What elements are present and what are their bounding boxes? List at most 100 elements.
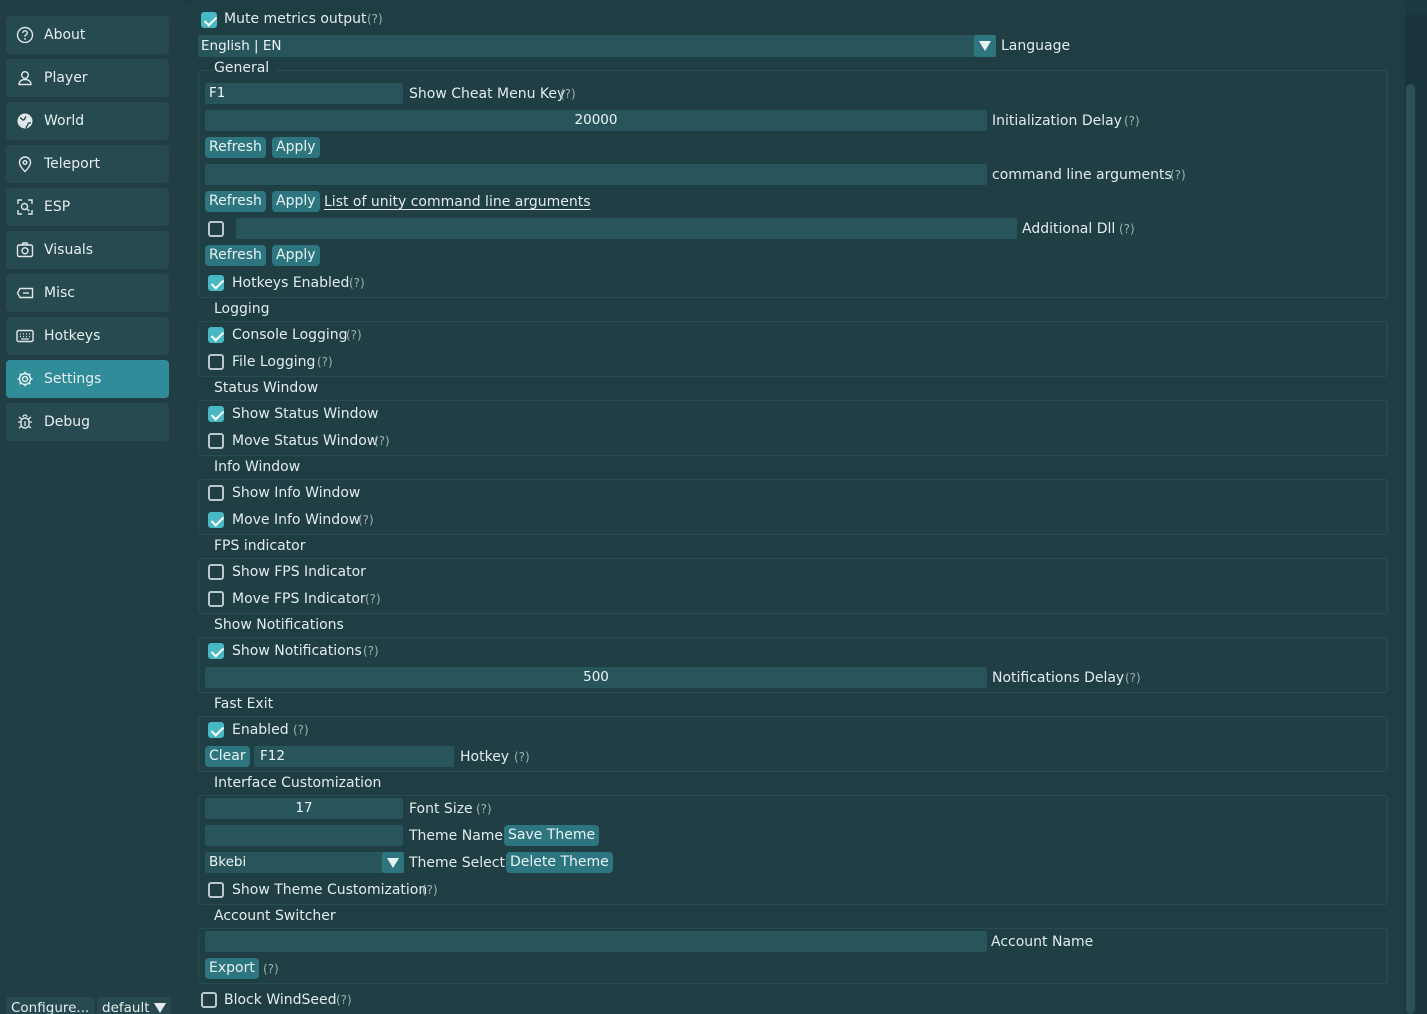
additional-dll-input[interactable]	[236, 218, 1017, 239]
scrollbar-thumb[interactable]	[1406, 84, 1415, 1014]
apply-button[interactable]: Apply	[272, 191, 320, 212]
move-info-window-checkbox[interactable]	[208, 512, 224, 528]
help-icon[interactable]: (?)	[363, 641, 379, 661]
mute-metrics-checkbox[interactable]	[201, 12, 217, 28]
refresh-button[interactable]: Refresh	[205, 137, 266, 158]
hotkeys-enabled-checkbox[interactable]	[208, 275, 224, 291]
font-size-input[interactable]: 17	[205, 798, 403, 819]
chevron-down-icon[interactable]	[974, 35, 996, 57]
sidebar-item-hotkeys[interactable]: Hotkeys	[6, 317, 169, 355]
move-fps-checkbox[interactable]	[208, 591, 224, 607]
sidebar-item-about[interactable]: About	[6, 16, 169, 54]
help-icon[interactable]: (?)	[374, 431, 390, 451]
delete-theme-button[interactable]: Delete Theme	[506, 852, 613, 873]
fast-exit-hotkey-input[interactable]: F12	[254, 746, 454, 767]
fast-exit-enabled-checkbox[interactable]	[208, 722, 224, 738]
logging-group	[198, 321, 1388, 377]
sidebar-item-debug[interactable]: Debug	[6, 403, 169, 441]
theme-select-label: Theme Select	[409, 855, 505, 871]
general-title: General	[214, 60, 276, 76]
export-button[interactable]: Export	[205, 958, 259, 979]
sidebar-item-player[interactable]: Player	[6, 59, 169, 97]
help-icon[interactable]: (?)	[514, 747, 530, 767]
help-icon[interactable]: (?)	[476, 799, 492, 819]
move-info-window-label: Move Info Window	[232, 512, 361, 528]
save-theme-button[interactable]: Save Theme	[504, 825, 600, 846]
globe-icon	[17, 113, 33, 129]
show-theme-customization-checkbox[interactable]	[208, 882, 224, 898]
language-select[interactable]: English | EN	[198, 35, 974, 57]
profile-label: default	[102, 1000, 150, 1014]
interface-title: Interface Customization	[214, 775, 388, 791]
unity-args-link[interactable]: List of unity command line arguments	[324, 192, 591, 212]
apply-button[interactable]: Apply	[272, 137, 320, 158]
command-line-args-input[interactable]	[205, 164, 987, 185]
refresh-button[interactable]: Refresh	[205, 191, 266, 212]
block-windseed-checkbox[interactable]	[201, 992, 217, 1008]
help-icon[interactable]: (?)	[293, 720, 309, 740]
cheat-menu-key-label: Show Cheat Menu Key	[409, 86, 566, 102]
sidebar-item-label: Settings	[44, 371, 102, 387]
initialization-delay-label: Initialization Delay	[992, 113, 1122, 129]
help-icon[interactable]: (?)	[1170, 165, 1186, 185]
scan-icon	[17, 199, 33, 215]
show-status-window-checkbox[interactable]	[208, 406, 224, 422]
chevron-down-icon[interactable]	[382, 852, 404, 873]
help-icon[interactable]: (?)	[560, 84, 576, 104]
show-fps-label: Show FPS Indicator	[232, 564, 366, 580]
show-notifications-checkbox[interactable]	[208, 643, 224, 659]
refresh-button[interactable]: Refresh	[205, 245, 266, 266]
hotkeys-enabled-label: Hotkeys Enabled	[232, 275, 350, 291]
initialization-delay-slider[interactable]: 20000	[205, 110, 987, 131]
camera-icon	[16, 242, 34, 258]
apply-button[interactable]: Apply	[272, 245, 320, 266]
account-name-label: Account Name	[991, 934, 1094, 950]
help-icon[interactable]: (?)	[263, 959, 279, 979]
fast-exit-enabled-label: Enabled	[232, 722, 289, 738]
font-size-label: Font Size	[409, 801, 473, 817]
profile-dropdown[interactable]: default	[97, 997, 171, 1014]
configure-button[interactable]: Configure...	[6, 997, 95, 1014]
sidebar-item-visuals[interactable]: Visuals	[6, 231, 169, 269]
help-icon[interactable]: (?)	[358, 510, 374, 530]
theme-name-input[interactable]	[205, 825, 403, 846]
clear-button[interactable]: Clear	[205, 746, 250, 767]
sidebar-item-misc[interactable]: Misc	[6, 274, 169, 312]
help-icon[interactable]: (?)	[365, 589, 381, 609]
show-info-window-label: Show Info Window	[232, 485, 361, 501]
console-logging-checkbox[interactable]	[208, 327, 224, 343]
sidebar-item-label: About	[44, 27, 86, 43]
help-icon[interactable]: (?)	[1125, 668, 1141, 688]
sidebar-item-teleport[interactable]: Teleport	[6, 145, 169, 183]
move-status-window-label: Move Status Window	[232, 433, 379, 449]
show-info-window-checkbox[interactable]	[208, 485, 224, 501]
account-name-input[interactable]	[205, 931, 987, 952]
sidebar-item-world[interactable]: World	[6, 102, 169, 140]
help-icon[interactable]: (?)	[367, 9, 383, 29]
file-logging-checkbox[interactable]	[208, 354, 224, 370]
sidebar-item-label: Teleport	[44, 156, 100, 172]
move-status-window-checkbox[interactable]	[208, 433, 224, 449]
sidebar-item-label: Hotkeys	[44, 328, 101, 344]
help-icon[interactable]: (?)	[1119, 219, 1135, 239]
help-icon[interactable]: (?)	[349, 273, 365, 293]
theme-select[interactable]: Bkebi	[205, 852, 382, 873]
block-windseed-label: Block WindSeed	[224, 992, 337, 1008]
help-icon[interactable]: (?)	[336, 990, 352, 1010]
help-icon[interactable]: (?)	[422, 880, 438, 900]
cheat-menu-key-input[interactable]: F1	[205, 83, 403, 104]
notifications-title: Show Notifications	[214, 617, 350, 633]
sidebar-item-esp[interactable]: ESP	[6, 188, 169, 226]
language-label: Language	[1001, 38, 1071, 54]
additional-dll-checkbox[interactable]	[208, 221, 224, 237]
sidebar-item-label: Debug	[44, 414, 91, 430]
show-fps-checkbox[interactable]	[208, 564, 224, 580]
help-icon[interactable]: (?)	[317, 352, 333, 372]
sidebar-item-label: Misc	[44, 285, 75, 301]
sidebar-item-settings[interactable]: Settings	[6, 360, 169, 398]
help-icon[interactable]: (?)	[1124, 111, 1140, 131]
sidebar-item-label: Player	[44, 70, 88, 86]
help-icon[interactable]: (?)	[346, 325, 362, 345]
notifications-delay-slider[interactable]: 500	[205, 667, 987, 688]
info-window-group	[198, 479, 1388, 535]
